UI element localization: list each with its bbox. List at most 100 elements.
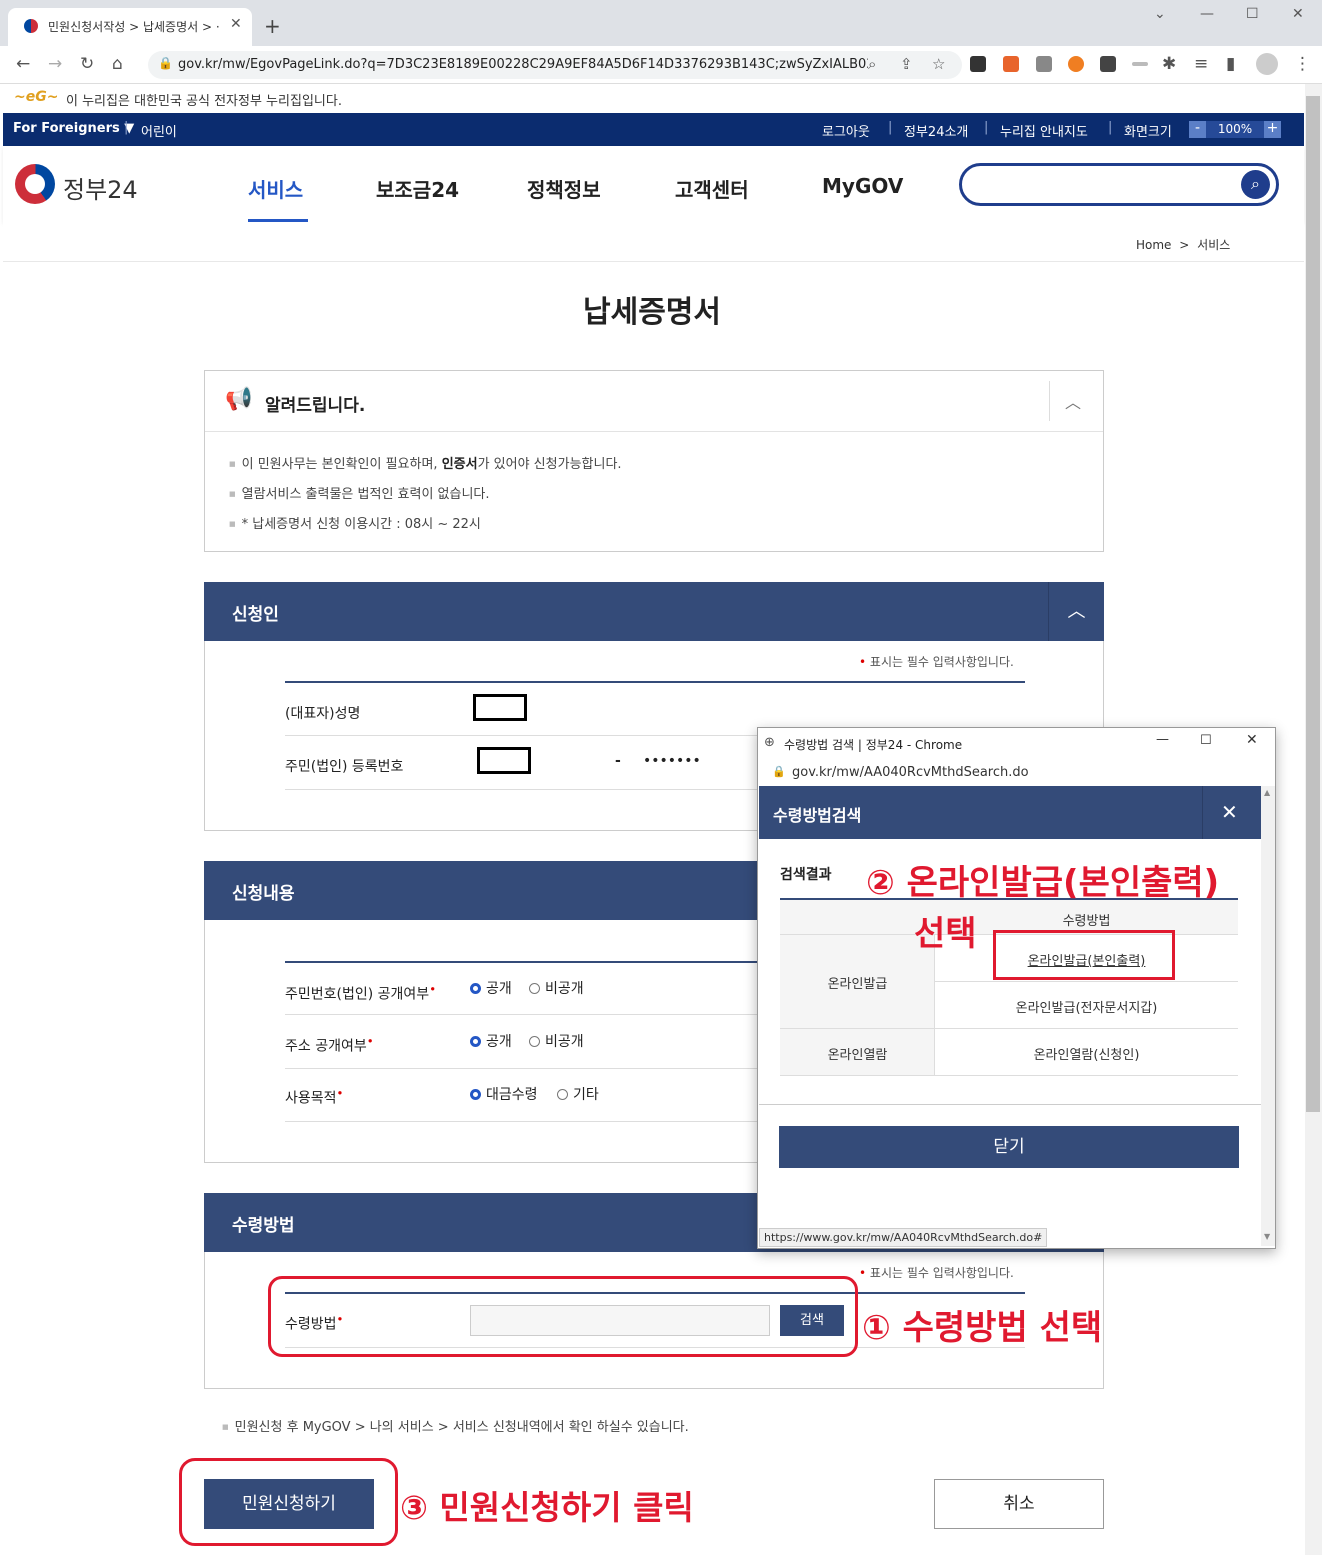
page-scrollbar-thumb[interactable] <box>1306 96 1320 1112</box>
new-tab-icon[interactable]: + <box>264 14 281 38</box>
notice-item: 열람서비스 출력물은 법적인 효력이 없습니다. <box>229 483 490 502</box>
camera-icon[interactable] <box>1036 56 1052 72</box>
divider: | <box>888 120 893 135</box>
popup-scrollbar[interactable]: ▲ ▼ <box>1261 786 1275 1246</box>
window-close-icon[interactable]: ✕ <box>1292 6 1304 22</box>
window-close-icon[interactable]: ✕ <box>1246 732 1258 748</box>
menu-services[interactable]: 서비스 <box>248 174 303 203</box>
radio-payment[interactable]: 대금수령 <box>470 1084 538 1104</box>
browser-tab-bar: 민원신청서작성 > 납세증명서 > · ✕ + ⌄ — ☐ ✕ <box>0 0 1322 46</box>
site-search-input[interactable]: ⌕ <box>959 163 1279 206</box>
radio-addr-private[interactable]: 비공개 <box>529 1031 584 1051</box>
menu-mygov[interactable]: MyGOV <box>822 174 903 198</box>
breadcrumb: Home > 서비스 <box>1136 236 1230 253</box>
extension-icon[interactable] <box>970 56 986 72</box>
reload-icon[interactable]: ↻ <box>80 54 94 74</box>
minimize-icon[interactable]: — <box>1200 6 1214 22</box>
lock-icon: 🔒 <box>158 56 173 70</box>
divider <box>285 681 1025 683</box>
page-title: 납세증명서 <box>583 295 721 330</box>
extension-icon[interactable] <box>1003 56 1019 72</box>
browser-tab[interactable]: 민원신청서작성 > 납세증명서 > · ✕ <box>8 8 252 46</box>
lock-icon: 🔒 <box>772 765 786 778</box>
tab-close-icon[interactable]: ✕ <box>230 16 242 32</box>
notice-item: 이 민원사무는 본인확인이 필요하며, 인증서가 있어야 신청가능합니다. <box>229 453 622 472</box>
zoom-in-button[interactable]: + <box>1264 121 1281 138</box>
scroll-up-icon[interactable]: ▲ <box>1264 788 1270 797</box>
puzzle-icon[interactable]: ✱ <box>1162 54 1176 74</box>
search-icon[interactable]: ⌕ <box>868 55 876 73</box>
menu-policy-info[interactable]: 정책정보 <box>527 174 601 203</box>
radio-private[interactable]: 비공개 <box>529 978 584 998</box>
back-icon[interactable]: ← <box>16 54 30 74</box>
zoom-out-button[interactable]: - <box>1189 121 1206 138</box>
table-row[interactable]: 온라인열람(신청인) <box>935 1029 1238 1076</box>
taegeuk-logo-icon[interactable] <box>15 164 55 204</box>
chevron-up-icon[interactable]: ︿ <box>1048 582 1104 641</box>
divider <box>759 1104 1261 1105</box>
about-link[interactable]: 정부24소개 <box>904 121 968 140</box>
cancel-button[interactable]: 취소 <box>934 1479 1104 1529</box>
status-url: https://www.gov.kr/mw/AA040RcvMthdSearch… <box>759 1228 1048 1247</box>
profile-avatar[interactable] <box>1256 53 1278 75</box>
section-title: 신청내용 <box>232 884 295 904</box>
option-e-wallet[interactable]: 온라인발급(전자문서지갑) <box>935 997 1238 1016</box>
radio-addr-public[interactable]: 공개 <box>470 1031 512 1051</box>
kids-link[interactable]: 어린이 <box>141 121 177 140</box>
site-logo-text[interactable]: 정부24 <box>63 170 138 205</box>
breadcrumb-current[interactable]: 서비스 <box>1197 238 1230 252</box>
divider: | <box>124 120 129 135</box>
popup-close-button[interactable]: 닫기 <box>779 1126 1239 1168</box>
maximize-icon[interactable]: ☐ <box>1246 6 1259 22</box>
reading-list-icon[interactable]: ≡ <box>1194 54 1208 74</box>
radio-public[interactable]: 공개 <box>470 978 512 998</box>
sitemap-link[interactable]: 누리집 안내지도 <box>1000 121 1088 140</box>
forward-icon[interactable]: → <box>48 54 62 74</box>
globe-icon: ⊕ <box>764 735 775 750</box>
addr-public-label: 주소 공개여부• <box>285 1034 374 1055</box>
minimize-icon[interactable]: — <box>1156 732 1169 747</box>
breadcrumb-sep: > <box>1179 238 1190 252</box>
extension-icon[interactable] <box>1068 56 1084 72</box>
chevron-up-icon[interactable]: ︿ <box>1065 389 1081 413</box>
menu-customer-center[interactable]: 고객센터 <box>675 174 749 203</box>
rrn-front-redacted <box>477 747 531 774</box>
divider: | <box>984 120 989 135</box>
maximize-icon[interactable]: ☐ <box>1200 733 1212 748</box>
table-row[interactable]: 온라인발급(전자문서지갑) <box>935 982 1238 1029</box>
popup-url: gov.kr/mw/AA040RcvMthdSearch.do <box>792 765 1029 780</box>
purpose-label: 사용목적• <box>285 1086 344 1107</box>
results-label: 검색결과 <box>780 867 832 883</box>
logout-link[interactable]: 로그아웃 <box>822 121 870 140</box>
extension-icon[interactable] <box>1132 62 1148 66</box>
radio-other[interactable]: 기타 <box>557 1084 599 1104</box>
annotation-highlight-option <box>993 930 1175 980</box>
search-icon[interactable]: ⌕ <box>1241 170 1270 199</box>
annotation-step2: ② 온라인발급(본인출력) <box>866 863 1220 903</box>
share-icon[interactable]: ⇪ <box>900 55 913 73</box>
required-note: • 표시는 필수 입력사항입니다. <box>859 655 1014 669</box>
rrn-dash: - <box>615 753 621 769</box>
home-icon[interactable]: ⌂ <box>112 54 123 74</box>
side-panel-icon[interactable]: ▮ <box>1226 54 1235 74</box>
tab-title: 민원신청서작성 > 납세증명서 > · <box>48 20 220 34</box>
option-view-applicant[interactable]: 온라인열람(신청인) <box>935 1044 1238 1063</box>
kebab-menu-icon[interactable]: ⋮ <box>1294 54 1311 74</box>
bookmark-star-icon[interactable]: ☆ <box>932 55 945 73</box>
popup-close-icon[interactable]: ✕ <box>1221 800 1238 824</box>
annotation-highlight-receive <box>268 1276 858 1357</box>
for-foreigners-link[interactable]: For Foreigners ▼ <box>13 121 134 136</box>
divider <box>1049 381 1050 421</box>
notice-title: 알려드립니다. <box>265 396 366 416</box>
applicant-section-header: 신청인 ︿ <box>204 582 1104 641</box>
breadcrumb-bar: Home > 서비스 <box>3 222 1304 262</box>
scroll-down-icon[interactable]: ▼ <box>1264 1232 1270 1241</box>
chevron-down-icon[interactable]: ⌄ <box>1154 6 1166 22</box>
url-field[interactable]: 🔒 gov.kr/mw/EgovPageLink.do?q=7D3C23E818… <box>148 51 962 79</box>
extension-icon[interactable] <box>1100 56 1116 72</box>
column-header: 수령방법 <box>1062 914 1111 929</box>
breadcrumb-home[interactable]: Home <box>1136 238 1171 252</box>
menu-subsidy24[interactable]: 보조금24 <box>376 174 459 203</box>
name-label: (대표자)성명 <box>285 706 361 722</box>
site-favicon-icon <box>24 19 38 33</box>
